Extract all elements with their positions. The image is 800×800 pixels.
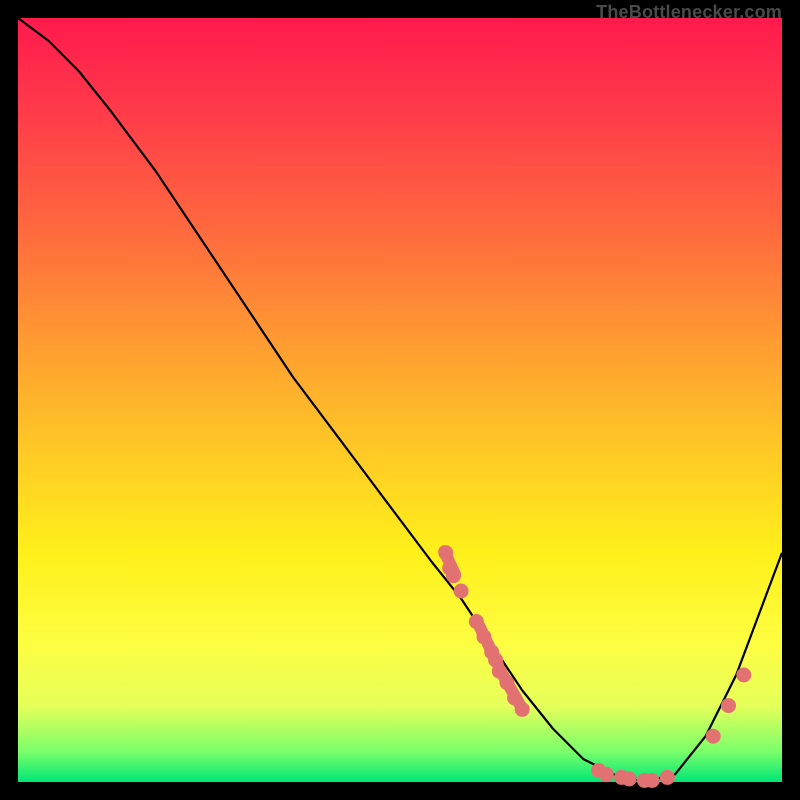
chart-svg (18, 18, 782, 782)
highlight-point (706, 729, 721, 744)
chart-frame: TheBottlenecker.com (0, 0, 800, 800)
highlight-point (454, 584, 469, 599)
attribution-text: TheBottlenecker.com (596, 2, 782, 23)
highlight-point (660, 770, 675, 785)
highlight-point (622, 771, 637, 786)
plot-gradient-area (18, 18, 782, 782)
highlight-point (599, 767, 614, 782)
bottleneck-curve (18, 18, 782, 782)
highlight-point (736, 668, 751, 683)
highlight-point (721, 698, 736, 713)
highlight-point (645, 773, 660, 788)
highlight-markers (438, 545, 751, 788)
